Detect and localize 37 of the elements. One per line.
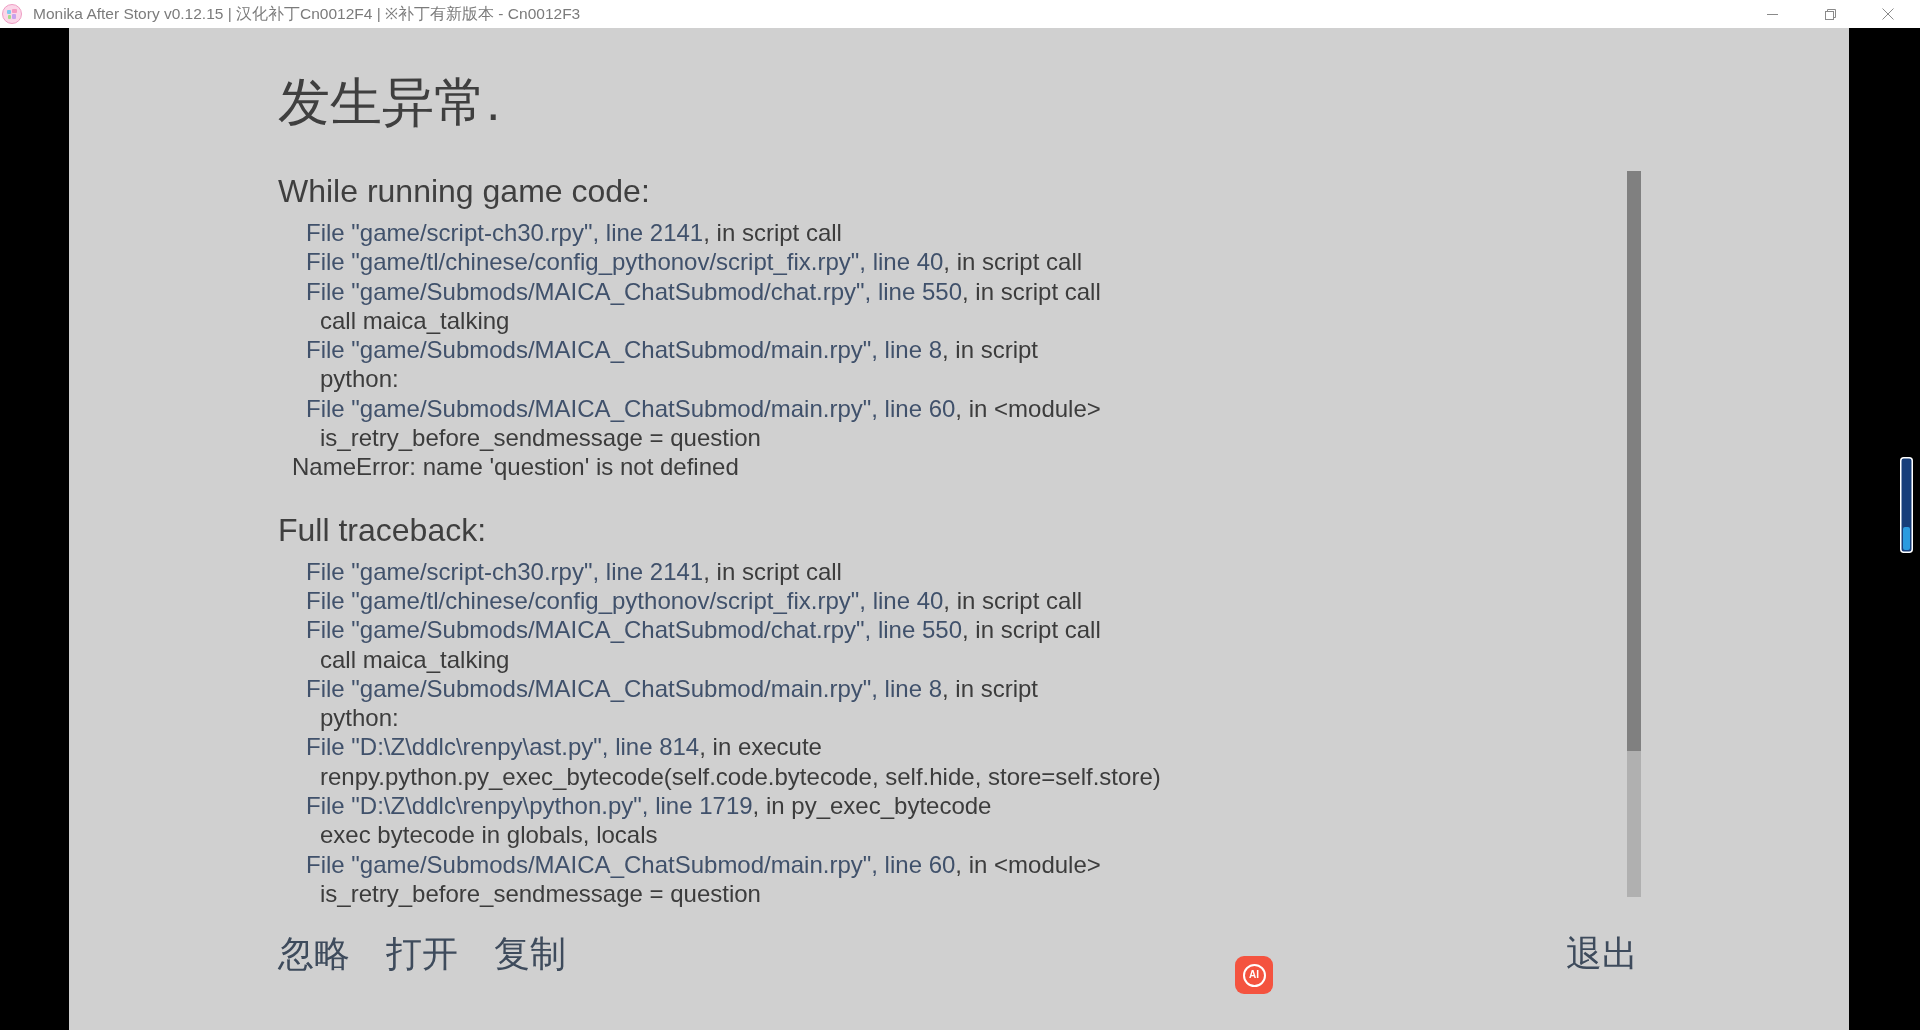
section-heading: Full traceback: [278, 510, 487, 550]
source-code-line: is_retry_before_sendmessage = question [319, 423, 761, 453]
minimize-icon [1766, 13, 1778, 15]
source-code-line: exec bytecode in globals, locals [319, 820, 658, 850]
traceback-line: File "D:\Z\ddlc\renpy\python.py", line 1719, in py_exec_bytecode [305, 791, 992, 821]
error-title: 发生异常. [278, 72, 501, 133]
traceback-line: File "D:\Z\ddlc\renpy\ast.py", line 814, in execute [305, 732, 822, 762]
vertical-gauge-icon [1900, 457, 1913, 553]
source-code-line: renpy.python.py_exec_bytecode(self.code.bytecode, self.hide, store=self.store) [319, 761, 1161, 792]
traceback-line: File "game/Submods/MAICA_ChatSubmod/main.rpy", line 8, in script [305, 673, 1039, 704]
traceback-line: File "game/Submods/MAICA_ChatSubmod/main.rpy", line 60, in <module> [305, 393, 1101, 424]
scrollbar-thumb[interactable] [1627, 171, 1641, 751]
section-heading: While running game code: [278, 172, 650, 211]
action-button[interactable]: 打开 [386, 932, 458, 976]
action-button[interactable]: 忽略 [278, 932, 350, 976]
source-code-line: python: [319, 364, 399, 394]
scrollbar-track[interactable] [1627, 171, 1641, 897]
traceback-line: File "game/tl/chinese/config_pythonov/script_fix.rpy", line 40, in script call [305, 585, 1083, 616]
traceback-line: File "game/Submods/MAICA_ChatSubmod/main.rpy", line 8, in script [305, 335, 1039, 365]
ai-assistant-button[interactable]: AI [1235, 956, 1273, 994]
app-icon [2, 4, 22, 24]
traceback-line: File "game/Submods/MAICA_ChatSubmod/main.rpy", line 60, in <module> [305, 849, 1101, 879]
source-code-line: call maica_talking [319, 644, 510, 674]
exit-button[interactable]: 退出 [1566, 932, 1638, 976]
restore-icon [1824, 8, 1836, 20]
source-code-line: python: [319, 703, 399, 733]
action-button[interactable]: 复制 [494, 932, 566, 976]
source-code-line: is_retry_before_sendmessage = question [319, 878, 761, 909]
source-code-line: call maica_talking [319, 305, 510, 336]
close-icon [1882, 8, 1894, 20]
traceback-line: File "game/script-ch30.rpy", line 2141, in script call [305, 556, 842, 586]
traceback-line: File "game/tl/chinese/config_pythonov/script_fix.rpy", line 40, in script call [305, 247, 1083, 277]
traceback-line: File "game/Submods/MAICA_ChatSubmod/chat.rpy", line 550, in script call [305, 615, 1101, 645]
window-title: Monika After Story v0.12.15 | 汉化补丁Cn0012F4 | ※补丁有新版本 - Cn0012F3 [33, 4, 581, 25]
traceback-line: File "game/script-ch30.rpy", line 2141, in script call [305, 218, 842, 248]
traceback-line: File "game/Submods/MAICA_ChatSubmod/chat.rpy", line 550, in script call [305, 276, 1101, 306]
error-message: NameError: name 'question' is not defined [291, 452, 739, 482]
